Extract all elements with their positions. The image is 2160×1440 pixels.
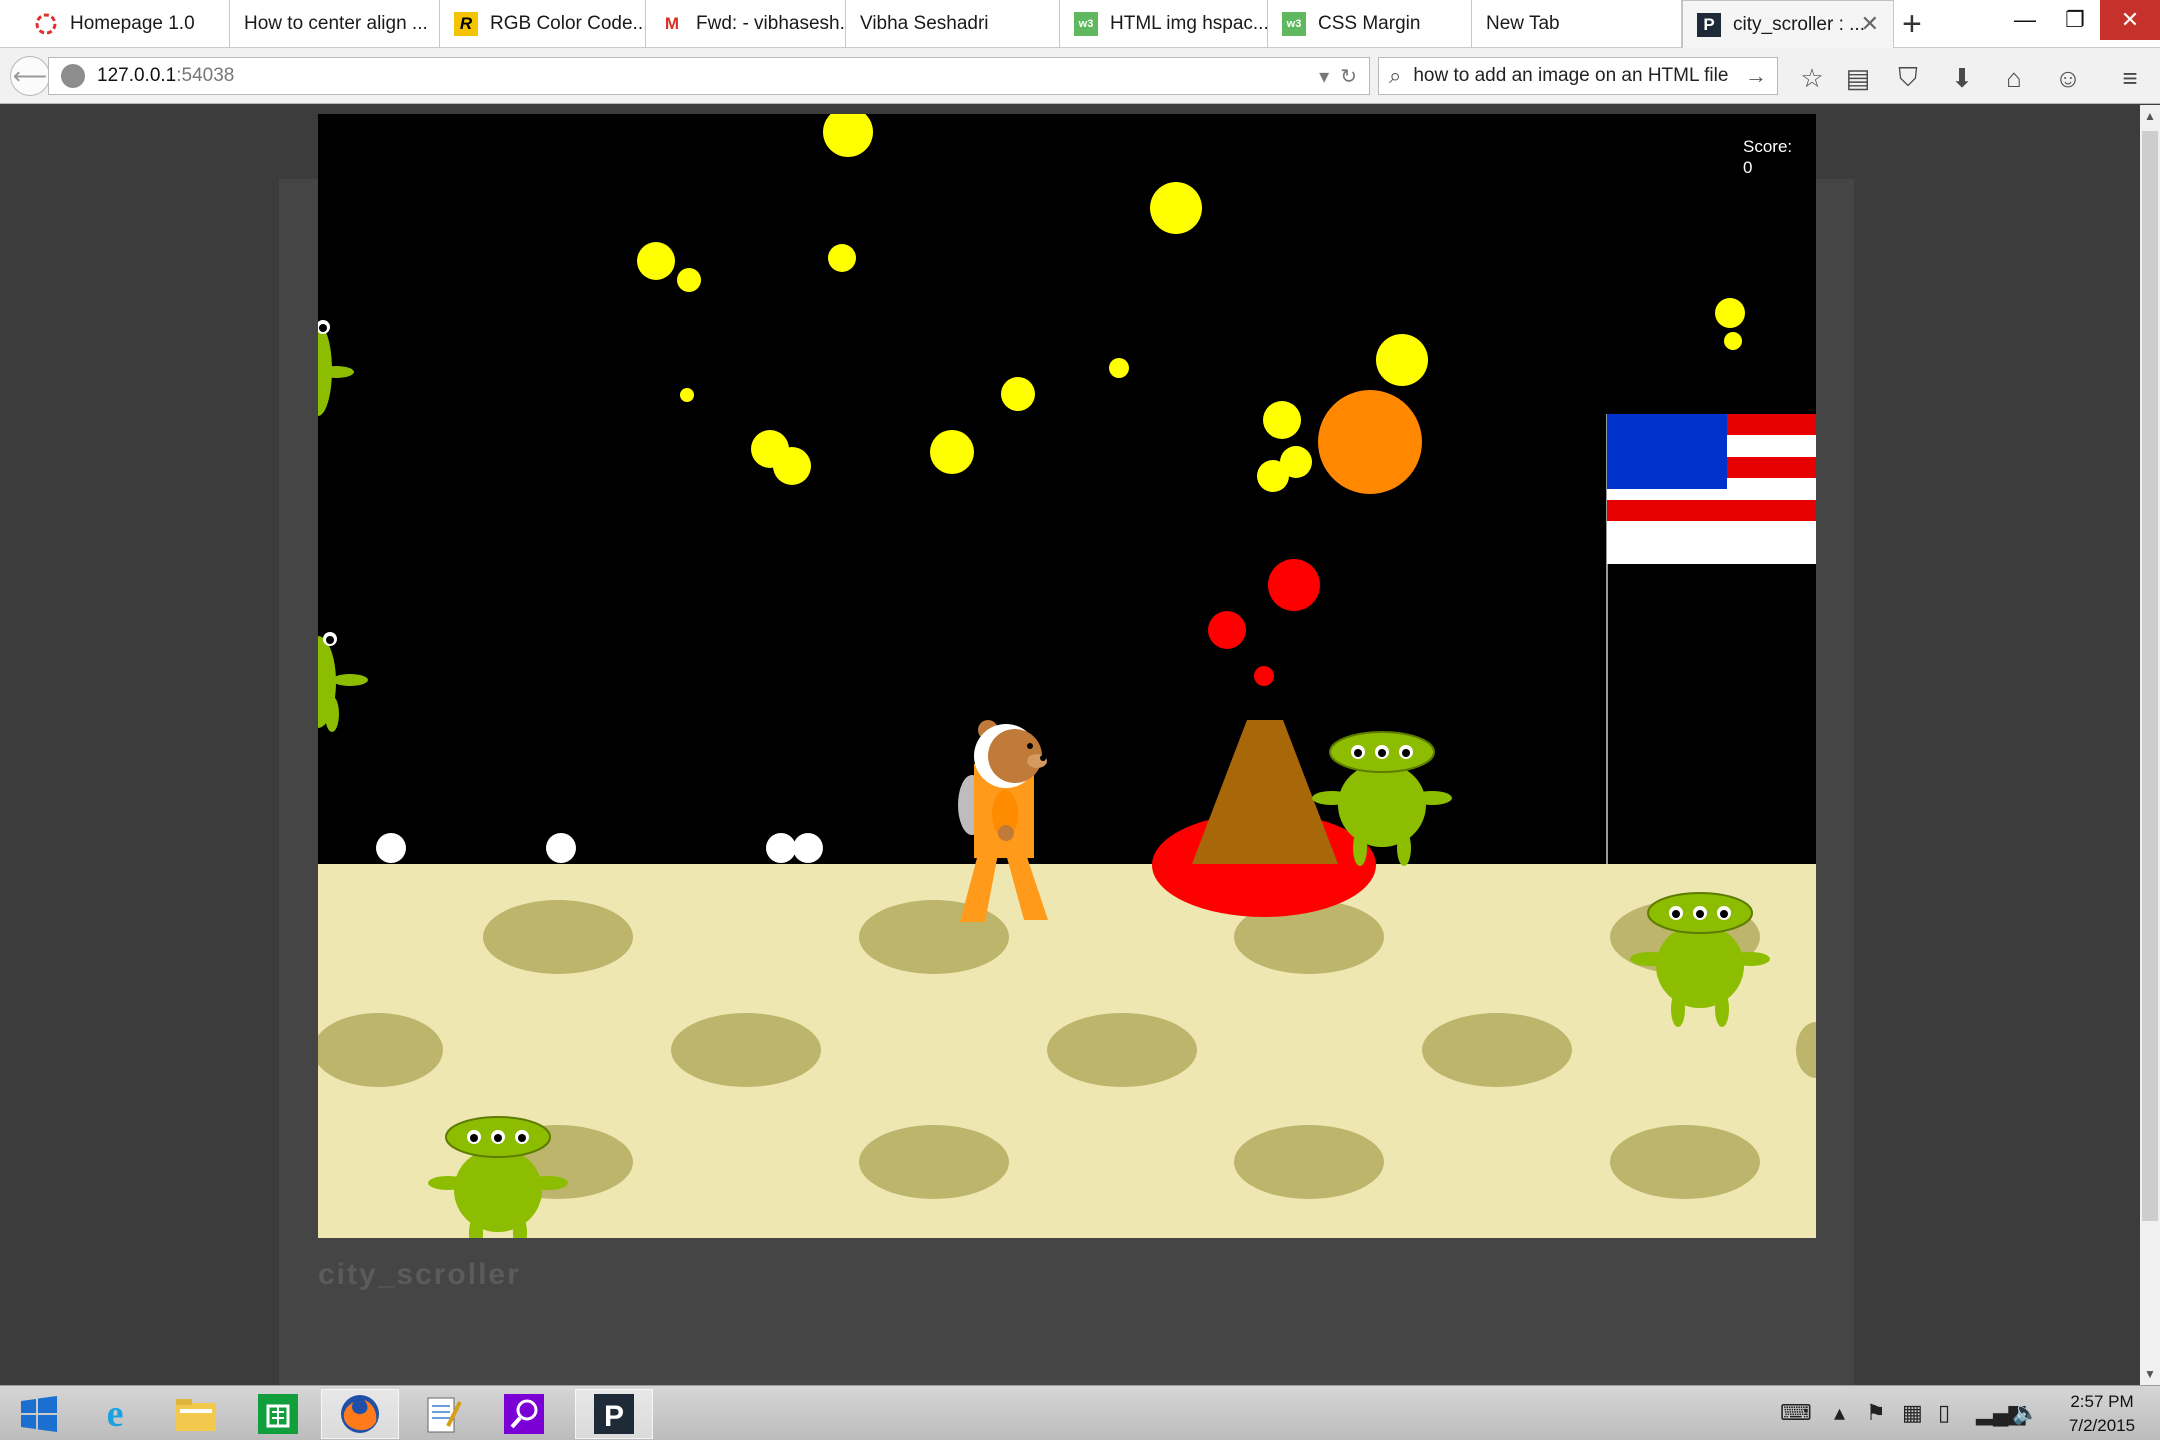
- sky: [318, 114, 1816, 864]
- star: [930, 430, 974, 474]
- windows-start-icon[interactable]: [0, 1389, 78, 1439]
- score-value: 0: [1743, 158, 1752, 177]
- w3-icon: w3: [1074, 12, 1098, 36]
- tab-label: city_scroller : ...: [1733, 13, 1865, 35]
- download-icon[interactable]: ⬇: [1944, 60, 1980, 96]
- firefox-icon[interactable]: [321, 1389, 399, 1439]
- tab-label: How to center align ...: [244, 13, 428, 34]
- game-title: city_scroller: [318, 1258, 521, 1291]
- tab-strip: Homepage 1.0 How to center align ... R R…: [0, 0, 2160, 48]
- lava-blob: [1268, 559, 1320, 611]
- menu-icon[interactable]: ≡: [2112, 60, 2148, 96]
- star: [1263, 401, 1301, 439]
- bookmark-star-icon[interactable]: ☆: [1794, 60, 1830, 96]
- tab-city-scroller[interactable]: P city_scroller : ... ✕: [1682, 0, 1894, 48]
- minimize-icon[interactable]: —: [2000, 0, 2050, 40]
- reload-icon[interactable]: ▾ ↻: [1319, 64, 1357, 89]
- close-window-icon[interactable]: ✕: [2100, 0, 2160, 40]
- tab-gmail[interactable]: M Fwd: - vibhasesh...: [646, 0, 846, 48]
- svg-text:P: P: [604, 1400, 624, 1433]
- file-explorer-icon[interactable]: [157, 1389, 235, 1439]
- tab-vibha[interactable]: Vibha Seshadri: [846, 0, 1060, 48]
- scroll-down-icon[interactable]: ▼: [2140, 1367, 2160, 1381]
- homepage-icon: [34, 12, 58, 36]
- star: [1001, 377, 1035, 411]
- clock-date: 7/2/2015: [2068, 1416, 2136, 1435]
- navigation-bar: ⟵ 127.0.0.1:54038 ▾ ↻ ⌕ how to add an im…: [0, 48, 2160, 104]
- globe-icon: [61, 64, 85, 88]
- search-icon: ⌕: [1389, 63, 1402, 88]
- home-icon[interactable]: ⌂: [1996, 60, 2032, 96]
- rgb-r-icon: R: [454, 12, 478, 36]
- star: [680, 388, 694, 402]
- lava-blob: [1254, 666, 1274, 686]
- volume-icon[interactable]: 🔈: [2012, 1400, 2039, 1426]
- tab-new-tab[interactable]: New Tab: [1472, 0, 1682, 48]
- star: [637, 242, 675, 280]
- search-go-icon[interactable]: →: [1745, 63, 1767, 89]
- tab-homepage[interactable]: Homepage 1.0: [20, 0, 230, 48]
- game-canvas[interactable]: Score: 0: [318, 114, 1816, 1238]
- star: [1715, 298, 1745, 328]
- w3-icon: w3: [1282, 12, 1306, 36]
- restore-icon[interactable]: ❐: [2050, 0, 2100, 40]
- score-label: Score:: [1743, 137, 1792, 156]
- store-icon[interactable]: [239, 1389, 317, 1439]
- tab-label: RGB Color Code...: [490, 13, 646, 34]
- vertical-scrollbar[interactable]: ▲ ▼: [2140, 105, 2160, 1385]
- star: [1376, 334, 1428, 386]
- star: [828, 244, 856, 272]
- tab-label: CSS Margin: [1318, 13, 1421, 34]
- url-port: :54038: [176, 65, 235, 86]
- flag-icon[interactable]: ⚑: [1866, 1400, 1886, 1426]
- url-bar[interactable]: 127.0.0.1:54038 ▾ ↻: [48, 57, 1370, 95]
- tab-html-img[interactable]: w3 HTML img hspac...: [1060, 0, 1268, 48]
- battery-icon[interactable]: ▯: [1938, 1400, 1950, 1426]
- star: [1724, 332, 1742, 350]
- search-bar[interactable]: ⌕ how to add an image on an HTML file →: [1378, 57, 1778, 95]
- clock-time: 2:57 PM: [2070, 1392, 2134, 1411]
- star: [773, 447, 811, 485]
- back-icon[interactable]: ⟵: [10, 56, 50, 96]
- star: [1109, 358, 1129, 378]
- star: [677, 268, 701, 292]
- svg-text:e: e: [107, 1393, 124, 1435]
- windows-taskbar: e P ⌨ ▴ ⚑ ▦ ▯ ▂▄▆ 🔈 2:57 PM 7/2/2015: [0, 1385, 2160, 1440]
- tab-label: Homepage 1.0: [70, 13, 195, 34]
- tab-label: New Tab: [1486, 13, 1560, 34]
- planet: [1318, 390, 1422, 494]
- pocket-icon[interactable]: ⛉: [1890, 60, 1926, 96]
- internet-explorer-icon[interactable]: e: [76, 1389, 154, 1439]
- gmail-icon: M: [664, 14, 680, 33]
- tab-label: Vibha Seshadri: [860, 13, 989, 34]
- show-hidden-icon[interactable]: ▴: [1834, 1400, 1845, 1426]
- scroll-thumb[interactable]: [2142, 131, 2158, 1221]
- search-app-icon[interactable]: [485, 1389, 563, 1439]
- keyboard-icon[interactable]: ⌨: [1780, 1400, 1812, 1426]
- windows-icon[interactable]: ▦: [1902, 1400, 1923, 1426]
- reading-list-icon[interactable]: ▤: [1840, 60, 1876, 96]
- tab-center-align[interactable]: How to center align ...: [230, 0, 440, 48]
- scroll-up-icon[interactable]: ▲: [2140, 109, 2160, 123]
- processing-p-icon[interactable]: P: [575, 1389, 653, 1439]
- star: [1257, 460, 1289, 492]
- tab-label: Fwd: - vibhasesh...: [696, 13, 846, 34]
- clock[interactable]: 2:57 PM 7/2/2015: [2052, 1390, 2152, 1438]
- notepad-icon[interactable]: [403, 1389, 481, 1439]
- url-host: 127.0.0.1: [97, 65, 177, 86]
- close-tab-icon[interactable]: ✕: [1861, 11, 1879, 37]
- star: [1150, 182, 1202, 234]
- search-text: how to add an image on an HTML file: [1413, 65, 1729, 86]
- p-icon: P: [1697, 12, 1721, 37]
- hello-icon[interactable]: ☺: [2050, 60, 2086, 96]
- tab-rgb-color[interactable]: R RGB Color Code...: [440, 0, 646, 48]
- new-tab-button[interactable]: +: [1902, 4, 1922, 44]
- tab-label: HTML img hspac...: [1110, 13, 1268, 34]
- lava-blob: [1208, 611, 1246, 649]
- tab-css-margin[interactable]: w3 CSS Margin: [1268, 0, 1472, 48]
